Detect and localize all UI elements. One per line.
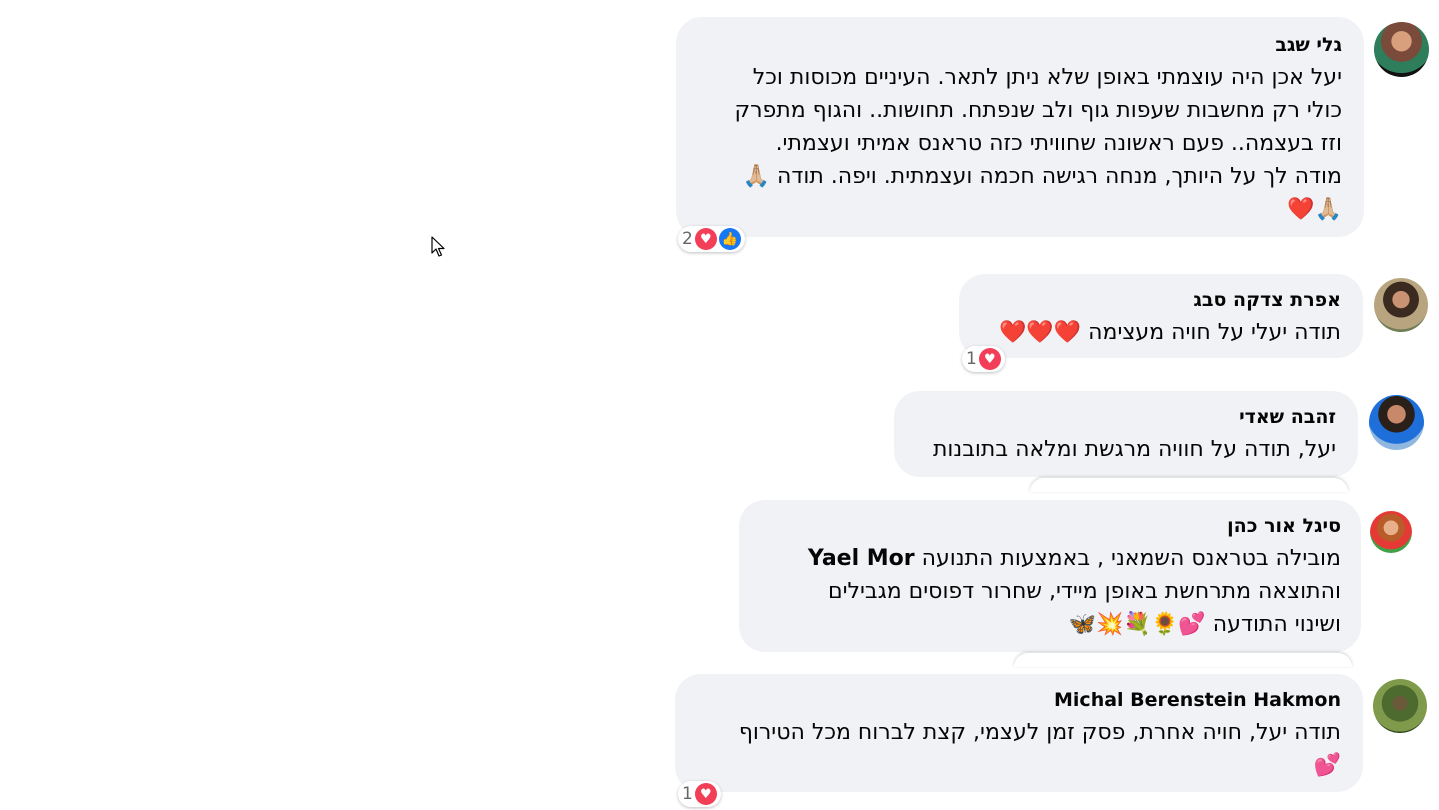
comment-author[interactable]: סיגל אור כהן xyxy=(757,514,1341,538)
reaction-count: 2 xyxy=(682,229,693,249)
tagged-user-link[interactable]: Yael Mor xyxy=(808,546,915,571)
comment-text-part: והתוצאה מתרחשת באופן מיידי, שחרור דפוסים… xyxy=(827,579,1341,637)
comment-bubble: סיגל אור כהן מובילה בטראנס השמאני , באמצ… xyxy=(739,500,1361,652)
avatar[interactable] xyxy=(1373,679,1427,733)
heart-icon: ♥ xyxy=(978,348,1001,370)
reply-preview-edge xyxy=(1014,653,1352,667)
comment-text: מובילה בטראנס השמאני , באמצעות התנועה Ya… xyxy=(757,542,1341,641)
comment-author[interactable]: Michal Berenstein Hakmon xyxy=(693,688,1341,712)
comment-bubble: אפרת צדקה סבג תודה יעלי על חויה מעצימה ❤… xyxy=(959,274,1363,358)
comment-text: יעל אכן היה עוצמתי באופן שלא ניתן לתאר. … xyxy=(734,65,1342,222)
heart-icon: ♥ xyxy=(694,783,717,805)
reaction-summary[interactable]: 1 ♥ xyxy=(678,781,721,807)
reaction-count: 1 xyxy=(966,349,977,369)
thumbs-up-icon: 👍 xyxy=(718,228,741,250)
avatar[interactable] xyxy=(1374,278,1428,332)
comment-text: תודה יעל, חויה אחרת, פסק זמן לעצמי, קצת … xyxy=(738,720,1341,778)
avatar[interactable] xyxy=(1374,22,1429,77)
avatar[interactable] xyxy=(1370,511,1412,553)
comment-text: יעל, תודה על חוויה מרגשת ומלאה בתובנות xyxy=(932,437,1336,462)
comment-bubble: זהבה שאדי יעל, תודה על חוויה מרגשת ומלאה… xyxy=(894,391,1358,477)
heart-icon: ♥ xyxy=(694,228,717,250)
avatar[interactable] xyxy=(1369,395,1424,450)
comment-text: תודה יעלי על חויה מעצימה ❤️❤️❤️ xyxy=(998,320,1341,345)
reaction-count: 1 xyxy=(682,784,693,804)
comment-author[interactable]: זהבה שאדי xyxy=(912,405,1336,429)
comment-bubble: Michal Berenstein Hakmon תודה יעל, חויה … xyxy=(675,674,1363,792)
comment-bubble: גלי שגב יעל אכן היה עוצמתי באופן שלא נית… xyxy=(676,17,1364,237)
reaction-summary[interactable]: 1 ♥ xyxy=(962,346,1005,372)
mouse-cursor-icon xyxy=(431,236,445,257)
comment-author[interactable]: אפרת צדקה סבג xyxy=(977,288,1341,312)
comment-author[interactable]: גלי שגב xyxy=(694,33,1342,57)
reply-preview-edge xyxy=(1030,478,1348,492)
reaction-summary[interactable]: 2 ♥ 👍 xyxy=(678,226,745,252)
comment-text-part: מובילה בטראנס השמאני , באמצעות התנועה xyxy=(914,546,1341,571)
